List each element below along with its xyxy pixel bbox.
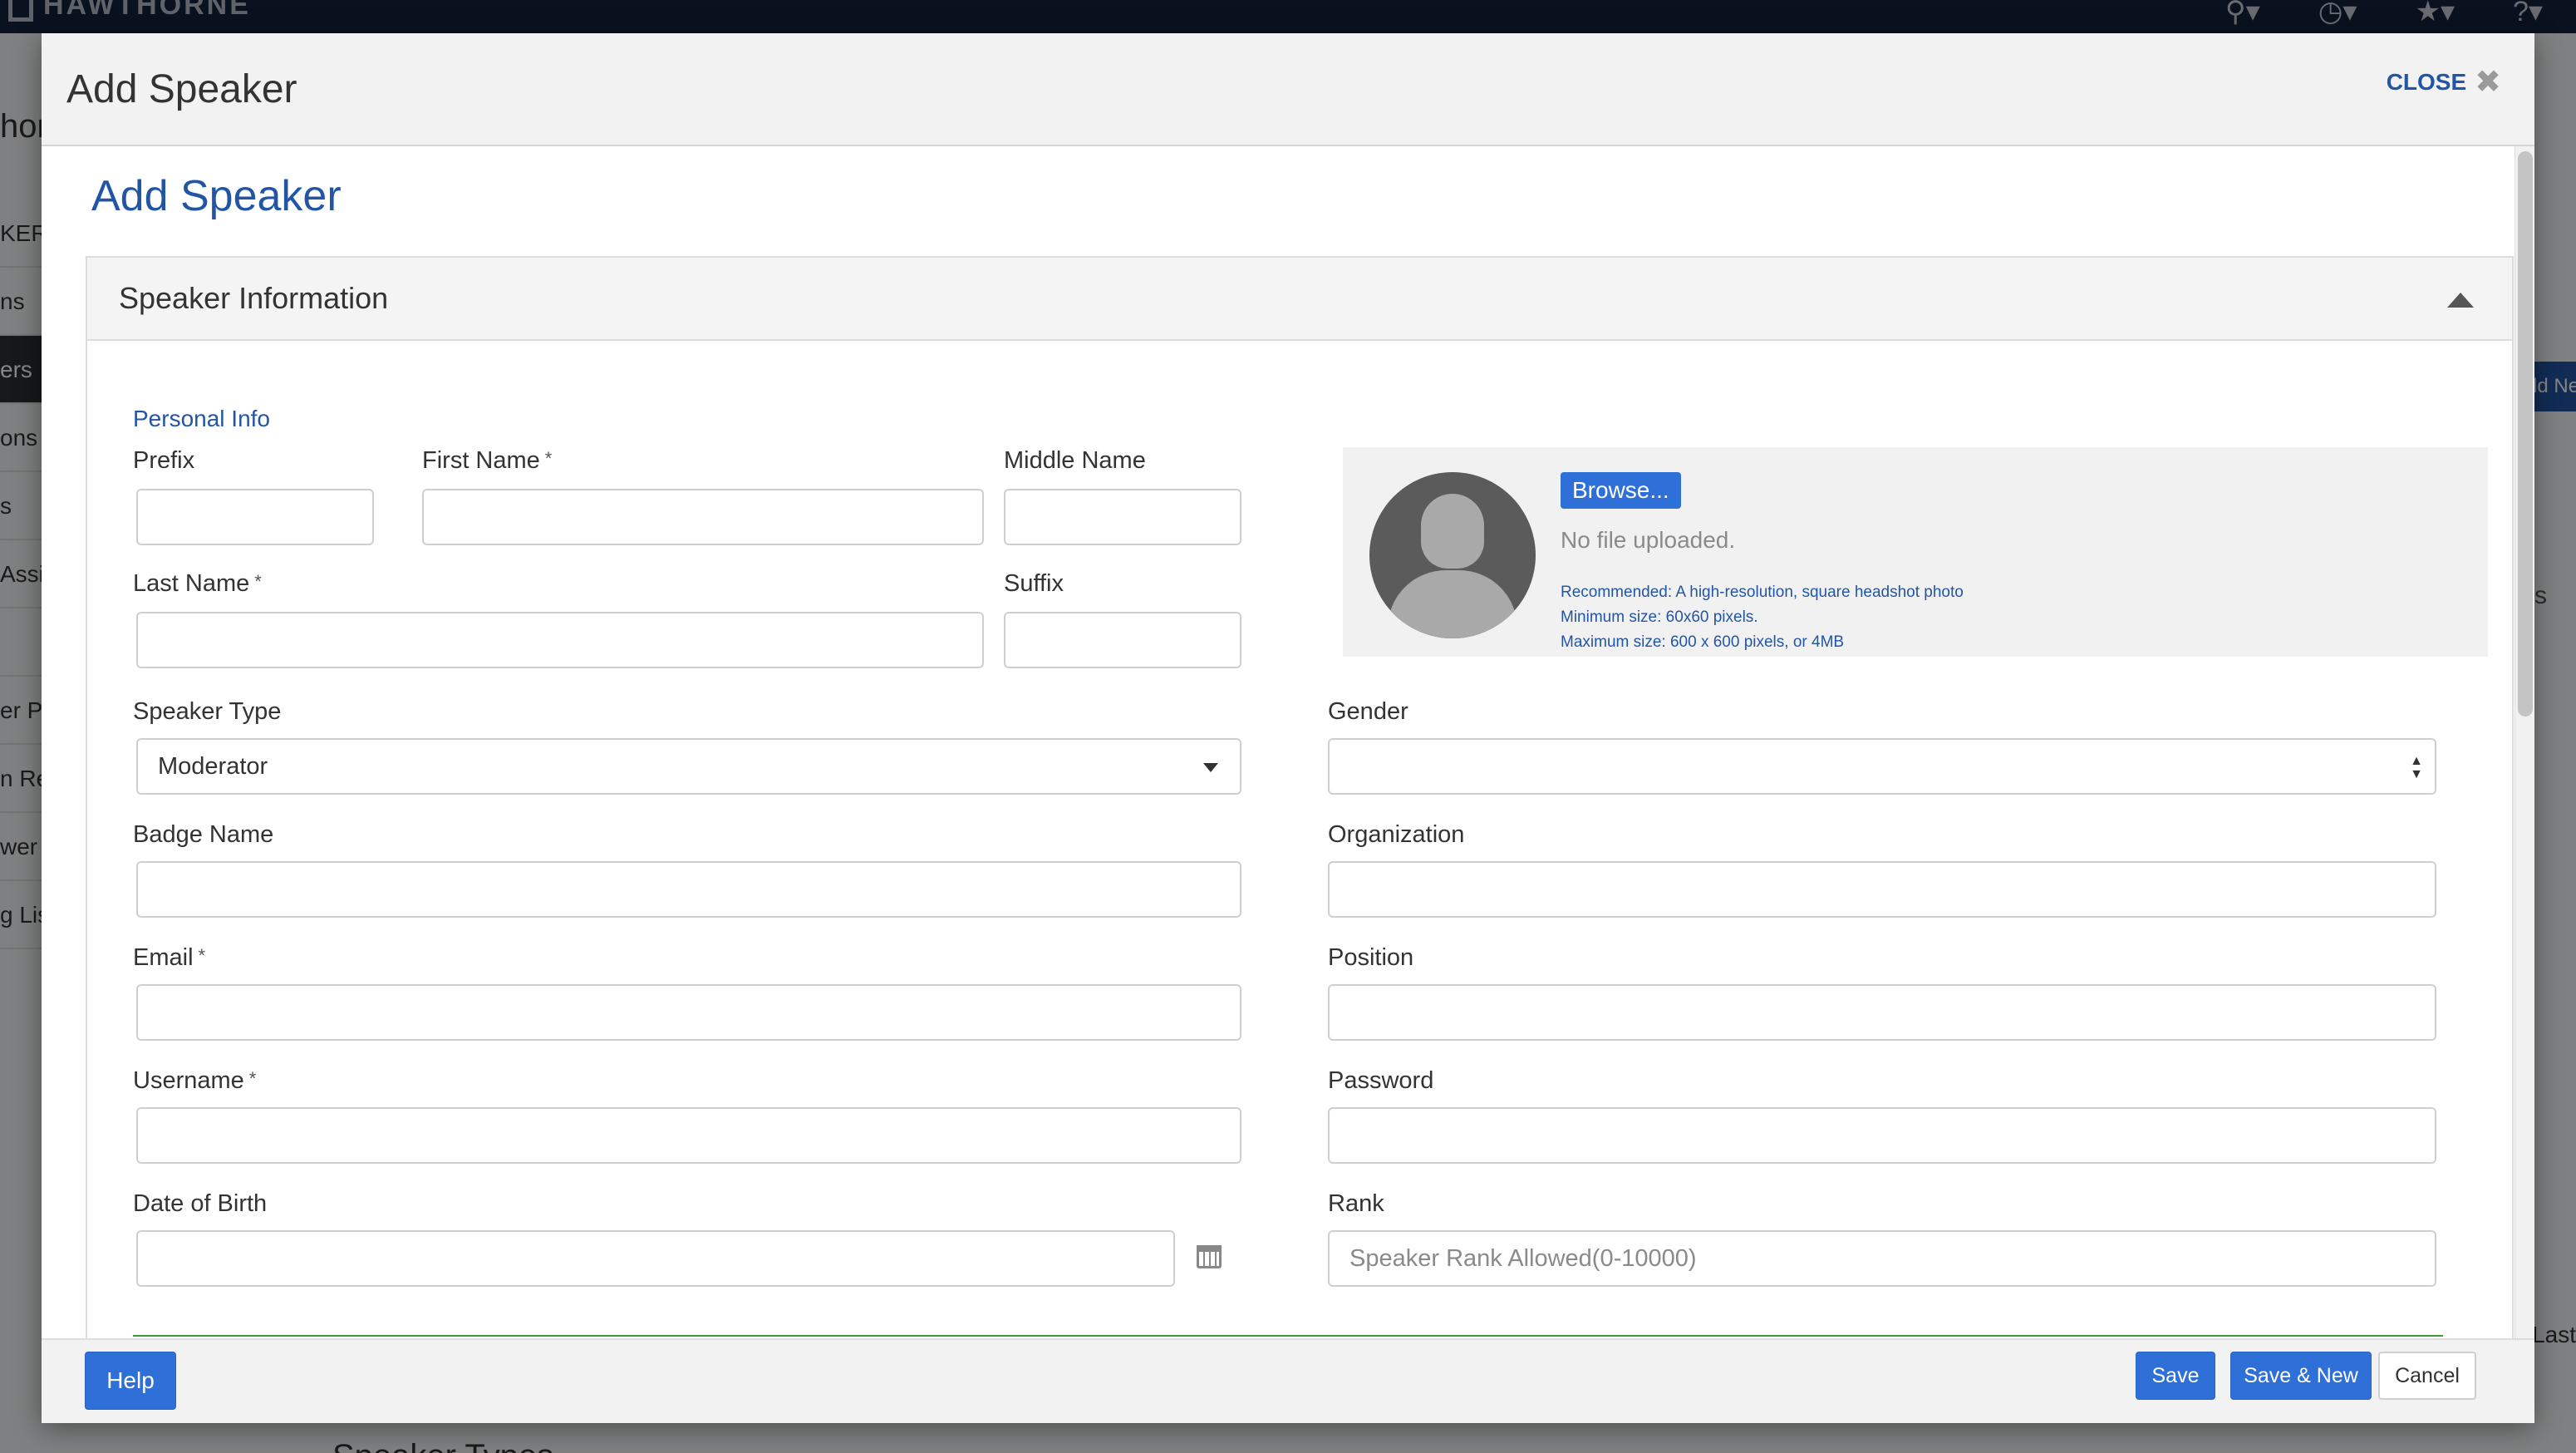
- badge-name-input[interactable]: [136, 861, 1241, 918]
- browse-button[interactable]: Browse...: [1561, 472, 1681, 509]
- avatar-body: [1388, 570, 1517, 638]
- first-name-input[interactable]: [422, 489, 984, 545]
- date-of-birth-label: Date of Birth: [133, 1190, 267, 1218]
- email-label-text: Email: [133, 944, 194, 971]
- select-arrows-icon: ▲ ▼: [2410, 754, 2423, 781]
- collapse-caret-icon[interactable]: [2447, 293, 2474, 308]
- middle-name-label-text: Middle Name: [1004, 447, 1146, 474]
- date-of-birth-input[interactable]: [136, 1230, 1175, 1287]
- suffix-label: Suffix: [1004, 570, 1064, 598]
- required-mark: *: [198, 945, 206, 966]
- modal-footer: Help Save Save & New Cancel: [42, 1338, 2534, 1423]
- section-divider: [133, 1335, 2443, 1337]
- email-input[interactable]: [136, 984, 1241, 1041]
- speaker-information-panel: Speaker Information: [86, 256, 2514, 1338]
- form-heading: Add Speaker: [91, 172, 342, 220]
- modal-header: Add Speaker CLOSE ✖: [42, 33, 2534, 146]
- badge-name-label-text: Badge Name: [133, 821, 274, 848]
- date-of-birth-label-text: Date of Birth: [133, 1190, 268, 1217]
- email-label: Email *: [133, 944, 205, 972]
- dropdown-caret-icon: [1203, 763, 1218, 772]
- middle-name-input[interactable]: [1004, 489, 1241, 545]
- photo-hint-max: Maximum size: 600 x 600 pixels, or 4MB: [1561, 633, 1845, 651]
- speaker-type-label: Speaker Type: [133, 698, 281, 726]
- gender-label: Gender: [1328, 698, 1408, 726]
- suffix-label-text: Suffix: [1004, 570, 1064, 597]
- gender-select[interactable]: ▲ ▼: [1328, 738, 2436, 795]
- rank-input[interactable]: [1328, 1230, 2436, 1287]
- speaker-type-label-text: Speaker Type: [133, 698, 282, 725]
- last-name-label-text: Last Name: [133, 570, 250, 597]
- organization-label-text: Organization: [1328, 821, 1465, 848]
- add-speaker-modal: Add Speaker CLOSE ✖ Add Speaker Speaker …: [42, 33, 2534, 1423]
- middle-name-label: Middle Name: [1004, 447, 1146, 475]
- upload-status: No file uploaded.: [1561, 527, 1736, 553]
- close-icon: ✖: [2475, 65, 2501, 100]
- prefix-label: Prefix: [133, 447, 194, 475]
- rank-label-text: Rank: [1328, 1190, 1384, 1217]
- modal-scrollbar[interactable]: [2515, 146, 2534, 1338]
- avatar-placeholder-icon: [1369, 472, 1536, 638]
- save-button[interactable]: Save: [2136, 1352, 2215, 1400]
- password-label-text: Password: [1328, 1067, 1434, 1094]
- last-name-label: Last Name *: [133, 570, 262, 598]
- help-button[interactable]: Help: [85, 1352, 176, 1410]
- avatar-head: [1421, 494, 1484, 569]
- prefix-input[interactable]: [136, 489, 374, 545]
- close-button[interactable]: CLOSE ✖: [2387, 63, 2501, 101]
- photo-hint-min: Minimum size: 60x60 pixels.: [1561, 608, 1758, 626]
- required-mark: *: [544, 448, 553, 469]
- rank-label: Rank: [1328, 1190, 1384, 1218]
- photo-upload-area: Browse... No file uploaded. Recommended:…: [1343, 447, 2488, 657]
- username-label-text: Username: [133, 1067, 244, 1094]
- speaker-type-value: Moderator: [158, 752, 268, 780]
- modal-body: Add Speaker Speaker Information Personal…: [42, 146, 2534, 1338]
- section-personal-info: Personal Info: [133, 406, 270, 431]
- last-name-input[interactable]: [136, 612, 984, 668]
- save-and-new-button[interactable]: Save & New: [2230, 1352, 2372, 1400]
- prefix-label-text: Prefix: [133, 447, 195, 474]
- password-input[interactable]: [1328, 1107, 2436, 1164]
- organization-label: Organization: [1328, 821, 1464, 849]
- modal-title: Add Speaker: [66, 67, 297, 111]
- required-mark: *: [254, 571, 262, 592]
- position-input[interactable]: [1328, 984, 2436, 1041]
- photo-hint-recommended: Recommended: A high-resolution, square h…: [1561, 584, 1964, 601]
- panel-title: Speaker Information: [119, 281, 389, 315]
- close-label: CLOSE: [2386, 68, 2467, 95]
- calendar-icon[interactable]: [1197, 1245, 1222, 1268]
- panel-header[interactable]: Speaker Information: [87, 258, 2512, 341]
- cancel-button[interactable]: Cancel: [2378, 1352, 2476, 1400]
- first-name-label: First Name *: [422, 447, 552, 475]
- required-mark: *: [248, 1068, 257, 1089]
- badge-name-label: Badge Name: [133, 821, 273, 849]
- password-label: Password: [1328, 1067, 1433, 1095]
- organization-input[interactable]: [1328, 861, 2436, 918]
- first-name-label-text: First Name: [422, 447, 540, 474]
- position-label-text: Position: [1328, 944, 1414, 971]
- username-input[interactable]: [136, 1107, 1241, 1164]
- speaker-type-select[interactable]: Moderator: [136, 738, 1241, 795]
- position-label: Position: [1328, 944, 1413, 972]
- suffix-input[interactable]: [1004, 612, 1241, 668]
- username-label: Username *: [133, 1067, 256, 1095]
- gender-label-text: Gender: [1328, 698, 1408, 725]
- scrollbar-thumb[interactable]: [2518, 151, 2533, 717]
